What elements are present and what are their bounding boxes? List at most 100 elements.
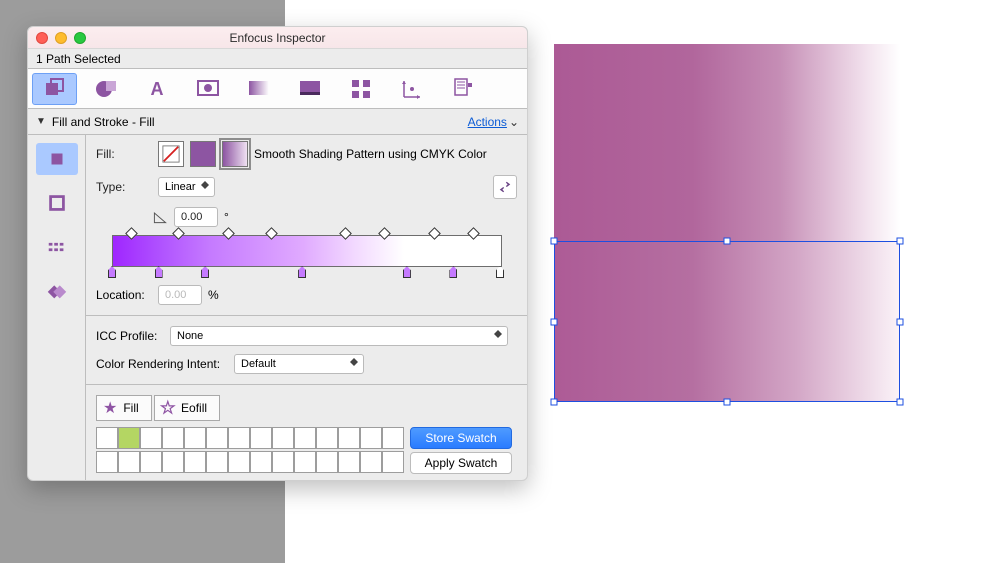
- eofill-toggle[interactable]: ★ Eofill: [154, 395, 220, 421]
- swatch-cell[interactable]: [162, 451, 184, 473]
- swatch-cell[interactable]: [96, 451, 118, 473]
- tab-text[interactable]: A: [134, 73, 179, 105]
- swatch-cell[interactable]: [338, 427, 360, 449]
- selection-handle[interactable]: [551, 318, 558, 325]
- zoom-button[interactable]: [74, 32, 86, 44]
- location-label: Location:: [96, 288, 152, 302]
- section-header: ▼ Fill and Stroke - Fill Actions ⌄: [28, 109, 527, 135]
- swatch-cell[interactable]: [272, 451, 294, 473]
- canvas[interactable]: [554, 44, 902, 404]
- artwork-lower[interactable]: [554, 241, 900, 402]
- gradient-midpoint[interactable]: [224, 229, 234, 239]
- swatch-cell[interactable]: [118, 451, 140, 473]
- swatch-cell[interactable]: [228, 451, 250, 473]
- swatch-cell[interactable]: [118, 427, 140, 449]
- type-select[interactable]: Linear: [158, 177, 215, 197]
- fill-gradient-swatch[interactable]: [222, 141, 248, 167]
- cri-select[interactable]: Default: [234, 354, 364, 374]
- swatch-cell[interactable]: [316, 427, 338, 449]
- icc-label: ICC Profile:: [96, 329, 164, 343]
- side-tab-fill[interactable]: [36, 143, 78, 175]
- gradient-stop[interactable]: [449, 266, 459, 276]
- traffic-lights: [36, 32, 86, 44]
- swatch-cell[interactable]: [184, 451, 206, 473]
- swatch-cell[interactable]: [228, 427, 250, 449]
- gradient-stop[interactable]: [201, 266, 211, 276]
- overprint-icon: [46, 280, 68, 302]
- artwork-upper[interactable]: [554, 44, 900, 241]
- store-swatch-button[interactable]: Store Swatch: [410, 427, 512, 449]
- reverse-gradient-button[interactable]: [493, 175, 517, 199]
- gradient-midpoint[interactable]: [380, 229, 390, 239]
- swatch-cell[interactable]: [162, 427, 184, 449]
- swatch-cell[interactable]: [382, 451, 404, 473]
- swatch-cell[interactable]: [206, 451, 228, 473]
- close-button[interactable]: [36, 32, 48, 44]
- gradient-bar[interactable]: [112, 235, 502, 267]
- side-tab-dashes[interactable]: [36, 231, 78, 263]
- selection-handle[interactable]: [724, 238, 731, 245]
- swatch-cell[interactable]: [184, 427, 206, 449]
- fill-solid-swatch[interactable]: [190, 141, 216, 167]
- gradient-stop[interactable]: [298, 266, 308, 276]
- gradient-midpoint[interactable]: [174, 229, 184, 239]
- gradient-midpoint[interactable]: [430, 229, 440, 239]
- tab-fill-stroke[interactable]: [32, 73, 77, 105]
- fill-label: Fill:: [96, 147, 152, 161]
- angle-line: 0.00 °: [96, 207, 517, 227]
- gradient-stop[interactable]: [403, 266, 413, 276]
- swatch-cell[interactable]: [96, 427, 118, 449]
- swatch-cell[interactable]: [250, 427, 272, 449]
- gradient-midpoint[interactable]: [341, 229, 351, 239]
- swatch-cell[interactable]: [294, 427, 316, 449]
- apply-swatch-button[interactable]: Apply Swatch: [410, 452, 512, 474]
- minimize-button[interactable]: [55, 32, 67, 44]
- angle-input[interactable]: 0.00: [174, 207, 218, 227]
- actions-menu[interactable]: Actions: [468, 115, 507, 129]
- icc-line: ICC Profile: None: [96, 326, 517, 346]
- swatch-cell[interactable]: [294, 451, 316, 473]
- location-input[interactable]: 0.00: [158, 285, 202, 305]
- swatch-cell[interactable]: [140, 451, 162, 473]
- swatch-cell[interactable]: [338, 451, 360, 473]
- selection-handle[interactable]: [724, 399, 731, 406]
- cri-line: Color Rendering Intent: Default: [96, 354, 517, 374]
- selection-handle[interactable]: [551, 238, 558, 245]
- tab-prepress[interactable]: [236, 73, 281, 105]
- gradient-midpoint[interactable]: [127, 229, 137, 239]
- selection-handle[interactable]: [897, 399, 904, 406]
- disclosure-triangle-icon[interactable]: ▼: [36, 116, 46, 127]
- selection-handle[interactable]: [897, 238, 904, 245]
- swatch-cell[interactable]: [272, 427, 294, 449]
- side-tab-overprint[interactable]: [36, 275, 78, 307]
- tab-statistics[interactable]: [338, 73, 383, 105]
- icc-select[interactable]: None: [170, 326, 508, 346]
- gradient-midpoint[interactable]: [469, 229, 479, 239]
- swatch-cell[interactable]: [382, 427, 404, 449]
- tab-separations[interactable]: [287, 73, 332, 105]
- swatch-cell[interactable]: [250, 451, 272, 473]
- selection-handle[interactable]: [897, 318, 904, 325]
- swatch-cell[interactable]: [140, 427, 162, 449]
- side-tab-stroke[interactable]: [36, 187, 78, 219]
- gradient-midpoint[interactable]: [267, 229, 277, 239]
- swatch-cell[interactable]: [206, 427, 228, 449]
- titlebar[interactable]: Enfocus Inspector: [28, 27, 527, 49]
- layers-icon: [451, 77, 475, 101]
- eofill-toggle-label: Eofill: [181, 401, 207, 415]
- swatch-cell[interactable]: [360, 427, 382, 449]
- tab-transparency[interactable]: [83, 73, 128, 105]
- dashes-icon: [46, 236, 68, 258]
- tab-position[interactable]: [389, 73, 434, 105]
- fill-none-swatch[interactable]: [158, 141, 184, 167]
- location-unit: %: [208, 288, 219, 302]
- fill-toggle[interactable]: ★ Fill: [96, 395, 152, 421]
- swatch-cell[interactable]: [360, 451, 382, 473]
- gradient-stop[interactable]: [496, 266, 506, 276]
- gradient-stop[interactable]: [108, 266, 118, 276]
- tab-layers[interactable]: [440, 73, 485, 105]
- tab-image[interactable]: [185, 73, 230, 105]
- gradient-stop[interactable]: [155, 266, 165, 276]
- selection-handle[interactable]: [551, 399, 558, 406]
- swatch-cell[interactable]: [316, 451, 338, 473]
